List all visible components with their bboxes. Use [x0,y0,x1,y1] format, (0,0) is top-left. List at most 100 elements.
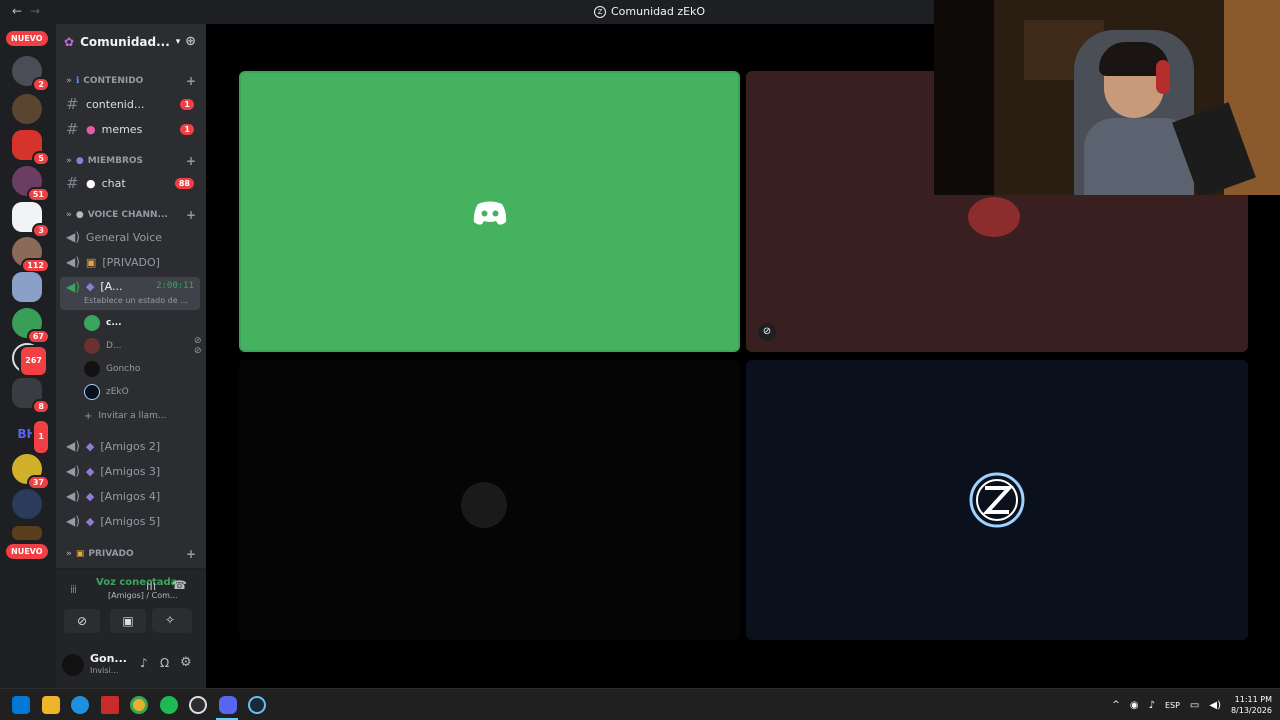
server-icon[interactable]: 67 [12,308,50,344]
user-name[interactable]: Gon... [90,652,127,665]
server-icon[interactable]: BH 1 [12,419,50,455]
spotify-icon[interactable] [160,696,178,714]
deafened-icon: ⊘ [758,323,776,341]
invite-people-icon[interactable]: ⊕ [185,34,196,49]
steam-tray-icon[interactable]: ◉ [1130,700,1139,711]
server-folder[interactable]: 8 [12,378,50,414]
user-status: Invisi... [90,666,119,675]
server-flower-icon: ✿ [64,34,75,49]
clock-time: 11:11 PM [1234,695,1272,704]
hash-icon: # [66,174,79,192]
server-header[interactable]: ✿ Comunidad... ▾ ⊕ [56,24,206,59]
noise-suppression-icon[interactable]: ıIı [146,579,156,593]
invite-to-call[interactable]: + Invitar a llam... › [84,406,214,426]
gem-icon: ◆ [85,464,95,478]
channel-contenido[interactable]: # contenid... 1 [60,93,200,115]
avatar [84,315,100,331]
video-tile-goncho[interactable] [239,360,740,640]
forward-icon[interactable]: → [30,4,40,18]
voice-member[interactable]: D... ⊘ ⊘ [84,336,202,356]
category-privado[interactable]: » ▣ PRIVADO + [66,547,196,561]
hash-icon: # [66,120,79,138]
unread-badge: 1 [180,98,194,110]
server-icon[interactable]: 3 [12,202,50,238]
windows-start-icon[interactable] [12,696,30,714]
soundboard-icon: ✧ [164,613,176,627]
gem-icon: ◆ [85,280,95,293]
server-icon[interactable]: 5 [12,130,50,166]
voice-channel-amigos-3[interactable]: ◀) ◆ [Amigos 3] [60,460,200,482]
headphones-icon[interactable]: Ω [160,656,169,670]
zeko-logo-icon [969,472,1025,528]
add-channel-icon[interactable]: + [186,154,196,168]
add-channel-icon[interactable]: + [186,547,196,561]
signal-icon[interactable]: ⅲ [70,583,77,596]
camera-off-button[interactable]: ⊘ [64,609,100,633]
member-avatar [461,482,507,528]
soundboard-button[interactable]: ✧ [152,608,188,632]
chevron-up-icon[interactable]: ^ [1112,700,1120,710]
network-icon[interactable]: ▭ [1190,700,1199,711]
speaker-icon: ◀) [66,280,80,294]
channel-chat[interactable]: # ● chat 88 [60,172,200,194]
microphone-icon[interactable]: ♪ [140,656,148,670]
server-zeko-icon[interactable]: Z267 [12,343,48,377]
voice-member[interactable]: Goncho [84,359,140,379]
language-indicator[interactable]: ESP [1165,701,1180,710]
system-tray: ^ ◉ ♪ ESP ▭ ◀) 11:11 PM 8/13/2026 [1112,689,1272,720]
category-contenido[interactable]: » ℹ CONTENIDO + [66,74,196,88]
voice-channel-amigos-active[interactable]: ◀) ◆ [A... 2:00:11 Establece un estado d… [60,277,200,310]
disconnect-icon[interactable]: ☎ [172,578,187,592]
app-icon[interactable] [189,696,207,714]
clock-date: 8/13/2026 [1230,706,1272,715]
clock[interactable]: 11:11 PM 8/13/2026 [1231,694,1272,716]
server-icon[interactable] [12,272,42,302]
voice-member[interactable]: zEkO [84,382,129,402]
windows-taskbar: ^ ◉ ♪ ESP ▭ ◀) 11:11 PM 8/13/2026 [0,688,1280,720]
server-icon[interactable] [12,489,42,519]
voice-channel-general[interactable]: ◀) General Voice [60,226,200,248]
server-icon[interactable]: 37 [12,454,50,490]
voice-channel-privado[interactable]: ◀) ▣ [PRIVADO] [60,251,200,273]
video-tile-speaking[interactable] [239,71,740,352]
channel-sidebar: ✿ Comunidad... ▾ ⊕ » ℹ CONTENIDO + # con… [56,24,214,688]
window-title: Z Comunidad zEkO [594,5,705,18]
gear-icon[interactable]: ⚙ [180,655,192,670]
screen-share-button[interactable]: ▣ [110,609,146,633]
server-icon[interactable] [12,94,42,124]
screen-share-icon: ▣ [122,614,134,628]
avatar [84,338,100,354]
voice-member[interactable]: c... [84,313,122,333]
file-explorer-icon[interactable] [42,696,60,714]
channel-label: chat [101,176,126,190]
hash-icon: # [66,95,79,113]
chevron-down-icon: ▾ [175,36,181,47]
server-icon[interactable] [12,526,42,540]
channel-status[interactable]: Establece un estado de ... [84,296,188,305]
voice-channel-amigos-4[interactable]: ◀) ◆ [Amigos 4] [60,485,200,507]
chrome-icon[interactable] [130,696,148,714]
speaker-icon: ◀) [66,514,80,528]
edge-icon[interactable] [71,696,89,714]
microphone-tray-icon[interactable]: ♪ [1149,700,1155,711]
category-voice[interactable]: » ● VOICE CHANN... + [66,208,196,222]
steam-icon[interactable] [248,696,266,714]
server-icon[interactable]: 51 [12,166,50,202]
add-channel-icon[interactable]: + [186,74,196,88]
volume-icon[interactable]: ◀) [1209,700,1221,711]
discord-icon[interactable] [219,696,237,714]
voice-location[interactable]: [Amigos] / Com... [108,591,178,600]
server-rail: NUEVO 2 5 51 3 112 67 Z267 8 BH1 37 NUEV… [0,24,56,688]
channel-memes[interactable]: # ● memes 1 [60,118,200,140]
app-icon[interactable] [101,696,119,714]
voice-channel-amigos-2[interactable]: ◀) ◆ [Amigos 2] [60,435,200,457]
user-avatar[interactable] [62,654,84,676]
voice-channel-amigos-5[interactable]: ◀) ◆ [Amigos 5] [60,510,200,532]
category-miembros[interactable]: » ● MIEMBROS + [66,154,196,168]
video-tile-zeko[interactable] [746,360,1248,640]
discord-logo-icon [473,201,507,225]
back-icon[interactable]: ← [12,4,22,18]
server-icon[interactable]: 2 [12,56,50,92]
server-icon[interactable]: 112 [12,237,50,273]
add-channel-icon[interactable]: + [186,208,196,222]
